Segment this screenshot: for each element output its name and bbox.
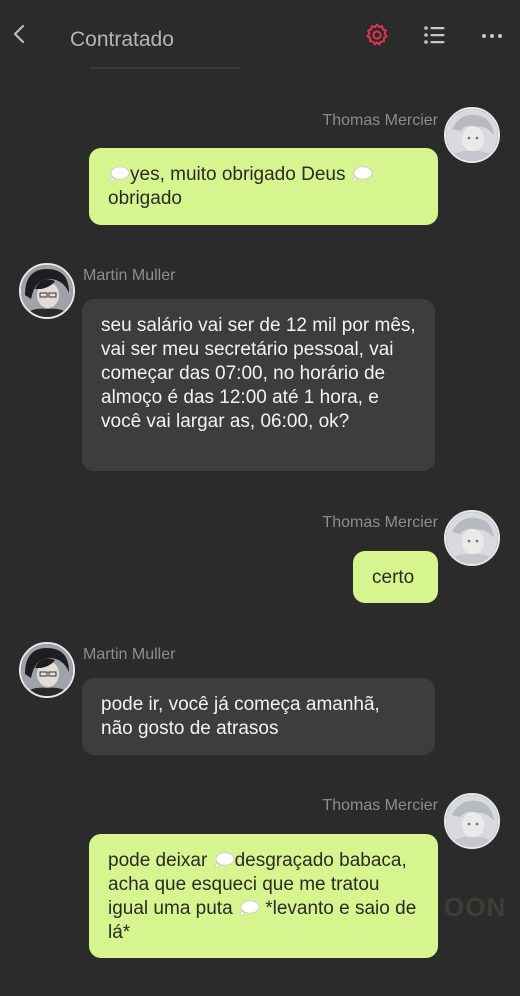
message-text: pode ir, você já começa amanhã, não gost…: [101, 694, 380, 739]
thought-bubble-icon: [238, 899, 260, 916]
avatar-thomas[interactable]: [444, 510, 500, 566]
back-icon[interactable]: [8, 22, 32, 46]
avatar-martin[interactable]: [19, 642, 75, 698]
sender-name: Thomas Mercier: [322, 514, 438, 531]
sender-name: Thomas Mercier: [322, 112, 438, 129]
message-text: certo: [372, 567, 415, 588]
message-bubble: pode ir, você já começa amanhã, não gost…: [82, 678, 435, 755]
list-icon[interactable]: [422, 22, 448, 48]
thought-bubble-icon: [213, 851, 235, 868]
message-text: pode deixar: [108, 850, 213, 871]
thought-bubble-icon: [108, 165, 130, 182]
message-text: obrigado: [108, 188, 182, 209]
sender-name: Martin Muller: [83, 267, 176, 284]
gear-icon[interactable]: [364, 22, 390, 48]
message-bubble: pode deixar desgraçado babaca, acha que …: [89, 834, 438, 958]
sender-name: Martin Muller: [83, 646, 176, 663]
scroll-divider: [90, 67, 240, 69]
message-text: yes, muito obrigado Deus: [130, 164, 351, 185]
avatar-martin[interactable]: [19, 263, 75, 319]
top-bar: Contratado: [0, 0, 520, 67]
more-icon[interactable]: [480, 22, 506, 48]
sender-name: Thomas Mercier: [322, 797, 438, 814]
message-bubble: yes, muito obrigado Deus obrigado: [89, 148, 438, 225]
message-bubble: certo: [353, 551, 438, 603]
watermark: OON: [444, 892, 507, 922]
message-bubble: seu salário vai ser de 12 mil por mês, v…: [82, 299, 435, 471]
avatar-thomas[interactable]: [444, 793, 500, 849]
avatar-thomas[interactable]: [444, 107, 500, 163]
thought-bubble-icon: [351, 165, 373, 182]
message-text: seu salário vai ser de 12 mil por mês, v…: [101, 315, 416, 432]
chat-title: Contratado: [70, 28, 174, 51]
